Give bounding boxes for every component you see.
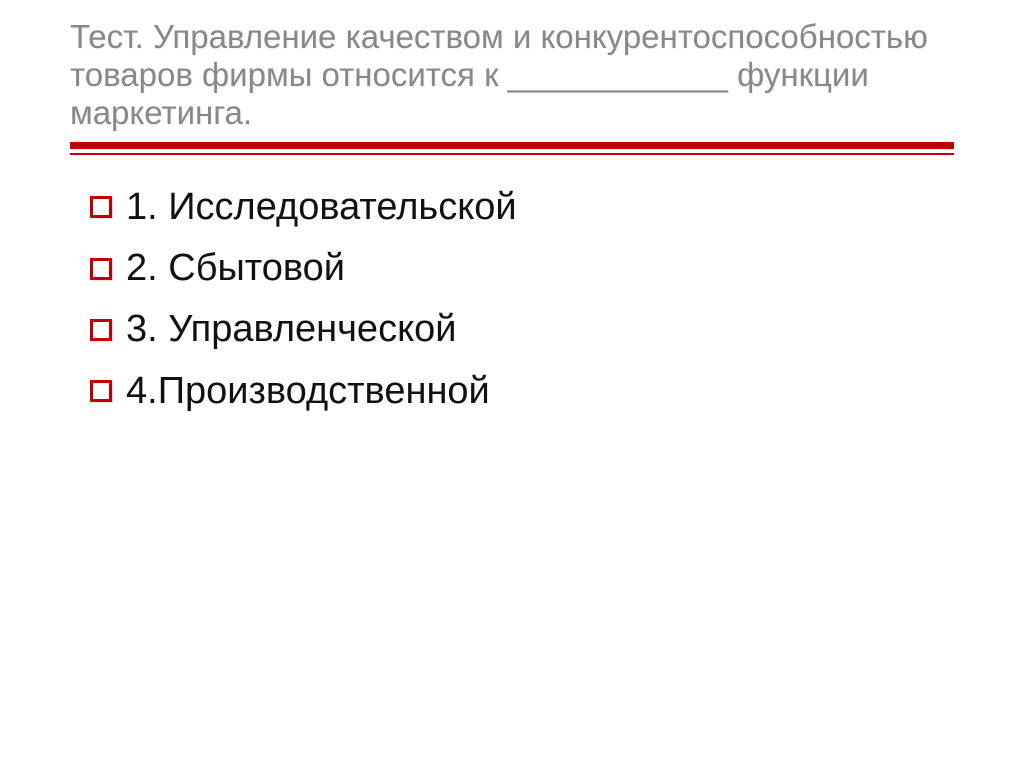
slide: Тест. Управление качеством и конкурентос… xyxy=(0,0,1024,768)
square-bullet-icon xyxy=(90,319,112,341)
option-1[interactable]: 1. Исследовательской xyxy=(90,182,954,233)
option-label: 2. Сбытовой xyxy=(126,243,345,294)
option-3[interactable]: 3. Управленческой xyxy=(90,304,954,355)
option-label: 1. Исследовательской xyxy=(126,182,517,233)
square-bullet-icon xyxy=(90,380,112,402)
rule-thick xyxy=(70,142,954,149)
option-label: 4.Производственной xyxy=(126,366,490,417)
horizontal-rule xyxy=(70,142,954,158)
square-bullet-icon xyxy=(90,258,112,280)
square-bullet-icon xyxy=(90,196,112,218)
option-2[interactable]: 2. Сбытовой xyxy=(90,243,954,294)
options-list: 1. Исследовательской 2. Сбытовой 3. Упра… xyxy=(90,182,954,417)
option-label: 3. Управленческой xyxy=(126,304,456,355)
option-4[interactable]: 4.Производственной xyxy=(90,366,954,417)
rule-thin xyxy=(70,153,954,155)
slide-title: Тест. Управление качеством и конкурентос… xyxy=(70,18,954,132)
